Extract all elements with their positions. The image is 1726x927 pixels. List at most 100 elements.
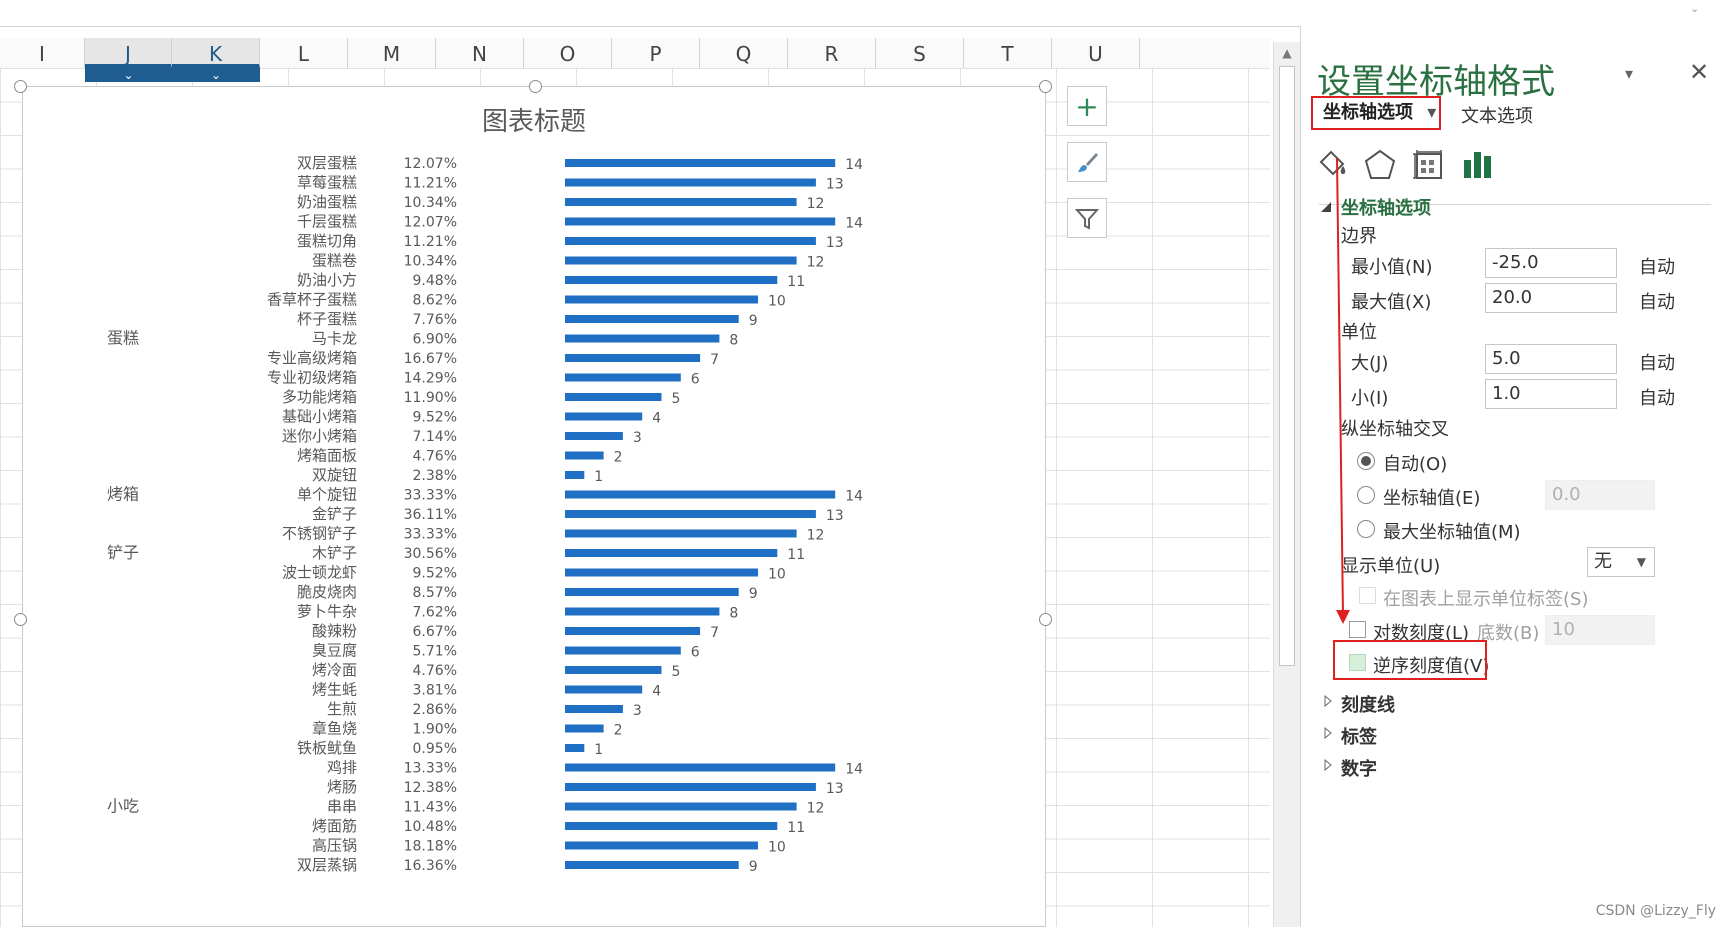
column-header-k[interactable]: K	[172, 38, 260, 68]
bar[interactable]	[565, 510, 816, 518]
close-icon[interactable]: ✕	[1689, 58, 1709, 86]
bar[interactable]	[565, 744, 585, 752]
bar[interactable]	[565, 315, 739, 323]
bar[interactable]	[565, 256, 797, 265]
expand-triangle-icon[interactable]	[1323, 694, 1333, 708]
bar-chart[interactable]: 图表标题 双层蛋糕 12.07% 14 草莓蛋糕 11.21% 13 奶油蛋糕 10.34% 1…	[22, 86, 1046, 927]
data-label: 10	[768, 294, 786, 310]
bar[interactable]	[565, 529, 797, 538]
bar[interactable]	[565, 685, 643, 694]
resize-handle-tl[interactable]	[14, 80, 27, 93]
column-header-n[interactable]: N	[436, 38, 524, 68]
bar[interactable]	[565, 568, 758, 577]
resize-handle-left[interactable]	[14, 613, 27, 626]
bar[interactable]	[565, 822, 778, 830]
section-number[interactable]: 数字	[1341, 755, 1377, 781]
size-properties-icon[interactable]	[1411, 148, 1445, 182]
min-auto-button[interactable]: 自动	[1639, 253, 1675, 279]
display-units-select[interactable]: 无 ▼	[1587, 547, 1655, 577]
chart-styles-button[interactable]	[1067, 142, 1107, 182]
column-header-l[interactable]: L	[260, 38, 348, 68]
bar[interactable]	[565, 276, 778, 284]
bar[interactable]	[565, 432, 623, 440]
scrollbar-thumb[interactable]	[1279, 66, 1295, 666]
vertical-scrollbar[interactable]: ▲	[1273, 42, 1300, 927]
bar[interactable]	[565, 490, 836, 499]
log-base-input[interactable]: 10	[1545, 615, 1655, 645]
minor-unit-input[interactable]: 1.0	[1485, 379, 1617, 409]
tab-text-options[interactable]: 文本选项	[1461, 102, 1533, 128]
column-header-t[interactable]: T	[964, 38, 1052, 68]
data-label: 11	[787, 274, 805, 290]
bar[interactable]	[565, 237, 816, 245]
bar[interactable]	[565, 217, 836, 226]
data-label: 12	[807, 196, 825, 212]
max-auto-button[interactable]: 自动	[1639, 288, 1675, 314]
category-label: 生煎	[327, 700, 357, 718]
category-label: 烤生蚝	[312, 681, 357, 699]
major-auto-button[interactable]: 自动	[1639, 349, 1675, 375]
bar[interactable]	[565, 471, 585, 479]
cross-max-label[interactable]: 最大坐标轴值(M)	[1383, 518, 1521, 544]
data-label: 10	[768, 840, 786, 856]
chart-elements-button[interactable]: +	[1067, 86, 1107, 126]
scroll-up-icon[interactable]: ▲	[1279, 46, 1295, 62]
bar[interactable]	[565, 627, 701, 635]
bar[interactable]	[565, 393, 662, 401]
max-bound-input[interactable]: 20.0	[1485, 283, 1617, 313]
column-header-s[interactable]: S	[876, 38, 964, 68]
bar[interactable]	[565, 724, 604, 733]
bar[interactable]	[565, 549, 778, 557]
column-header-j[interactable]: J	[85, 38, 172, 68]
bar[interactable]	[565, 412, 643, 421]
column-header-q[interactable]: Q	[700, 38, 788, 68]
bar[interactable]	[565, 354, 701, 362]
category-label: 烤箱面板	[297, 447, 357, 465]
column-header-m[interactable]: M	[348, 38, 436, 68]
column-header-p[interactable]: P	[612, 38, 700, 68]
percent-label: 18.18%	[404, 839, 457, 855]
bar[interactable]	[565, 783, 816, 791]
expand-triangle-icon[interactable]	[1323, 726, 1333, 740]
min-bound-input[interactable]: -25.0	[1485, 248, 1617, 278]
bar[interactable]	[565, 159, 836, 167]
major-unit-input[interactable]: 5.0	[1485, 344, 1617, 374]
bar[interactable]	[565, 334, 720, 343]
chevron-down-icon: ▾	[1427, 102, 1437, 123]
data-label: 7	[710, 625, 719, 641]
filter-arrow-icon[interactable]: ⌄	[172, 68, 260, 82]
bar[interactable]	[565, 646, 681, 655]
column-header-i[interactable]: I	[0, 38, 85, 68]
bar[interactable]	[565, 666, 662, 674]
filter-arrow-icon[interactable]: ⌄	[85, 68, 172, 82]
bar[interactable]	[565, 373, 681, 382]
bar[interactable]	[565, 198, 797, 206]
bar[interactable]	[565, 861, 739, 869]
resize-handle-tr[interactable]	[1039, 80, 1052, 93]
section-tick-marks[interactable]: 刻度线	[1341, 691, 1395, 717]
bar[interactable]	[565, 588, 739, 596]
bar[interactable]	[565, 607, 720, 616]
section-labels[interactable]: 标签	[1341, 723, 1377, 749]
column-header-r[interactable]: R	[788, 38, 876, 68]
chevron-down-icon[interactable]: ⌄	[1690, 2, 1704, 16]
group-label: 蛋糕	[107, 329, 139, 348]
minor-auto-button[interactable]: 自动	[1639, 384, 1675, 410]
data-label: 4	[652, 684, 661, 700]
bar[interactable]	[565, 802, 797, 811]
bar[interactable]	[565, 178, 816, 187]
cross-value-input[interactable]: 0.0	[1545, 480, 1655, 510]
column-header-u[interactable]: U	[1052, 38, 1140, 68]
expand-triangle-icon[interactable]	[1323, 758, 1333, 772]
column-header-o[interactable]: O	[524, 38, 612, 68]
chart-filters-button[interactable]	[1067, 198, 1107, 238]
bar[interactable]	[565, 841, 758, 850]
resize-handle-top[interactable]	[529, 80, 542, 93]
axis-options-chart-icon[interactable]	[1461, 148, 1495, 182]
pane-options-icon[interactable]: ▾	[1625, 64, 1633, 83]
bar[interactable]	[565, 451, 604, 460]
bar[interactable]	[565, 763, 836, 772]
bar[interactable]	[565, 705, 623, 713]
resize-handle-right[interactable]	[1039, 613, 1052, 626]
bar[interactable]	[565, 295, 758, 304]
